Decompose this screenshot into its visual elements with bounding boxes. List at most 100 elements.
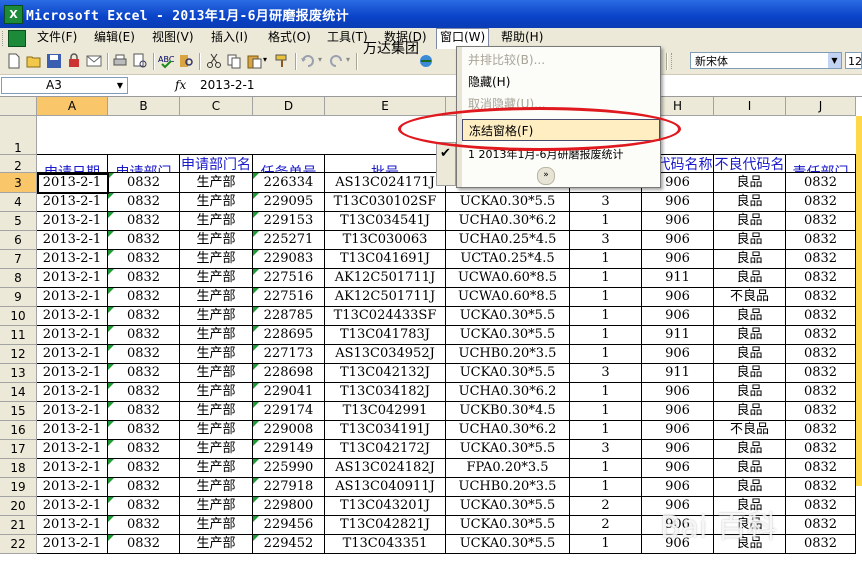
data-cell[interactable]: 生产部 <box>180 212 253 231</box>
data-cell[interactable]: 229452 <box>253 535 325 554</box>
data-cell[interactable]: 229800 <box>253 497 325 516</box>
data-cell[interactable]: 911 <box>642 364 714 383</box>
data-cell[interactable]: 0832 <box>108 459 180 478</box>
data-cell[interactable]: 2 <box>570 516 642 535</box>
data-cell[interactable]: 2013-2-1 <box>37 402 108 421</box>
data-cell[interactable]: 良品 <box>714 402 786 421</box>
data-cell[interactable]: 906 <box>642 193 714 212</box>
data-cell[interactable]: 0832 <box>786 497 856 516</box>
data-cell[interactable]: 2013-2-1 <box>37 250 108 269</box>
undo-dropdown-icon[interactable]: ▾ <box>318 55 322 64</box>
data-cell[interactable]: 良品 <box>714 269 786 288</box>
data-cell[interactable]: 228698 <box>253 364 325 383</box>
new-icon[interactable] <box>6 53 22 69</box>
data-cell[interactable]: 良品 <box>714 326 786 345</box>
data-cell[interactable]: 0832 <box>108 440 180 459</box>
data-cell[interactable]: 0832 <box>786 231 856 250</box>
data-cell[interactable]: 1 <box>570 402 642 421</box>
data-cell[interactable]: 生产部 <box>180 535 253 554</box>
data-cell[interactable]: 生产部 <box>180 326 253 345</box>
data-cell[interactable]: 3 <box>570 231 642 250</box>
data-cell[interactable]: 0832 <box>108 193 180 212</box>
data-cell[interactable]: 1 <box>570 307 642 326</box>
data-cell[interactable]: 0832 <box>786 250 856 269</box>
data-cell[interactable]: 0832 <box>108 250 180 269</box>
data-cell[interactable]: 0832 <box>108 231 180 250</box>
data-cell[interactable]: 906 <box>642 345 714 364</box>
data-cell[interactable]: UCHA0.25*4.5 <box>446 231 570 250</box>
email-icon[interactable] <box>86 53 102 69</box>
data-cell[interactable]: 906 <box>642 478 714 497</box>
data-cell[interactable]: 0832 <box>786 440 856 459</box>
row-header[interactable]: 15 <box>0 402 37 421</box>
font-dropdown-icon[interactable]: ▼ <box>828 53 841 68</box>
data-cell[interactable]: 生产部 <box>180 478 253 497</box>
data-cell[interactable]: UCKA0.30*5.5 <box>446 326 570 345</box>
data-cell[interactable]: 906 <box>642 421 714 440</box>
column-header-e[interactable]: E <box>325 97 446 116</box>
name-box-dropdown-icon[interactable]: ▼ <box>113 78 127 93</box>
data-cell[interactable]: 227516 <box>253 288 325 307</box>
data-cell[interactable]: 229456 <box>253 516 325 535</box>
data-cell[interactable]: T13C042132J <box>325 364 446 383</box>
data-cell[interactable]: 906 <box>642 440 714 459</box>
data-cell[interactable]: UCKA0.30*5.5 <box>446 364 570 383</box>
redo-dropdown-icon[interactable]: ▾ <box>346 55 350 64</box>
data-cell[interactable]: 0832 <box>786 383 856 402</box>
print-icon[interactable] <box>112 53 128 69</box>
data-cell[interactable]: 225990 <box>253 459 325 478</box>
data-cell[interactable]: 2013-2-1 <box>37 307 108 326</box>
data-cell[interactable]: UCKA0.30*5.5 <box>446 516 570 535</box>
insert-function-icon[interactable]: fx <box>175 78 186 92</box>
data-cell[interactable]: 1 <box>570 459 642 478</box>
data-cell[interactable]: 2013-2-1 <box>37 231 108 250</box>
data-cell[interactable]: 1 <box>570 326 642 345</box>
data-cell[interactable]: 2013-2-1 <box>37 440 108 459</box>
data-cell[interactable]: T13C042991 <box>325 402 446 421</box>
data-cell[interactable]: 良品 <box>714 516 786 535</box>
column-header-d[interactable]: D <box>253 97 325 116</box>
data-cell[interactable]: 906 <box>642 231 714 250</box>
data-cell[interactable]: 911 <box>642 269 714 288</box>
data-cell[interactable]: 2013-2-1 <box>37 383 108 402</box>
header-cell[interactable]: 申请日期 <box>37 155 108 173</box>
data-cell[interactable]: 2013-2-1 <box>37 193 108 212</box>
data-cell[interactable]: 229149 <box>253 440 325 459</box>
data-cell[interactable]: 良品 <box>714 440 786 459</box>
data-cell[interactable]: 1 <box>570 478 642 497</box>
menu-item-compare-side-by-side[interactable]: 并排比较(B)... <box>462 49 660 71</box>
data-cell[interactable]: 生产部 <box>180 231 253 250</box>
data-cell[interactable]: 生产部 <box>180 307 253 326</box>
data-cell[interactable]: 0832 <box>786 269 856 288</box>
data-cell[interactable]: 良品 <box>714 459 786 478</box>
data-cell[interactable]: UCKA0.30*5.5 <box>446 497 570 516</box>
data-cell[interactable]: 1 <box>570 250 642 269</box>
data-cell[interactable]: 生产部 <box>180 440 253 459</box>
data-cell[interactable]: 1 <box>570 535 642 554</box>
data-cell[interactable]: 0832 <box>786 193 856 212</box>
menu-grip[interactable] <box>2 31 6 46</box>
data-cell[interactable]: 3 <box>570 364 642 383</box>
permission-icon[interactable] <box>66 53 82 69</box>
row-header[interactable]: 6 <box>0 231 37 250</box>
data-cell[interactable]: T13C043351 <box>325 535 446 554</box>
row-header[interactable]: 13 <box>0 364 37 383</box>
data-cell[interactable]: 生产部 <box>180 364 253 383</box>
row-header[interactable]: 11 <box>0 326 37 345</box>
data-cell[interactable]: 良品 <box>714 364 786 383</box>
data-cell[interactable]: 906 <box>642 535 714 554</box>
data-cell[interactable]: AK12C501711J <box>325 269 446 288</box>
row-header[interactable]: 17 <box>0 440 37 459</box>
data-cell[interactable]: T13C034182J <box>325 383 446 402</box>
data-cell[interactable]: 生产部 <box>180 421 253 440</box>
row-header[interactable]: 3 <box>0 173 37 193</box>
data-cell[interactable]: 0832 <box>786 307 856 326</box>
row-header[interactable]: 18 <box>0 459 37 478</box>
data-cell[interactable]: 0832 <box>108 402 180 421</box>
data-cell[interactable]: 229174 <box>253 402 325 421</box>
data-cell[interactable]: 良品 <box>714 173 786 193</box>
research-icon[interactable] <box>178 53 194 69</box>
menu-file[interactable]: 文件(F) <box>34 29 80 46</box>
data-cell[interactable]: 0832 <box>108 326 180 345</box>
data-cell[interactable]: 229008 <box>253 421 325 440</box>
